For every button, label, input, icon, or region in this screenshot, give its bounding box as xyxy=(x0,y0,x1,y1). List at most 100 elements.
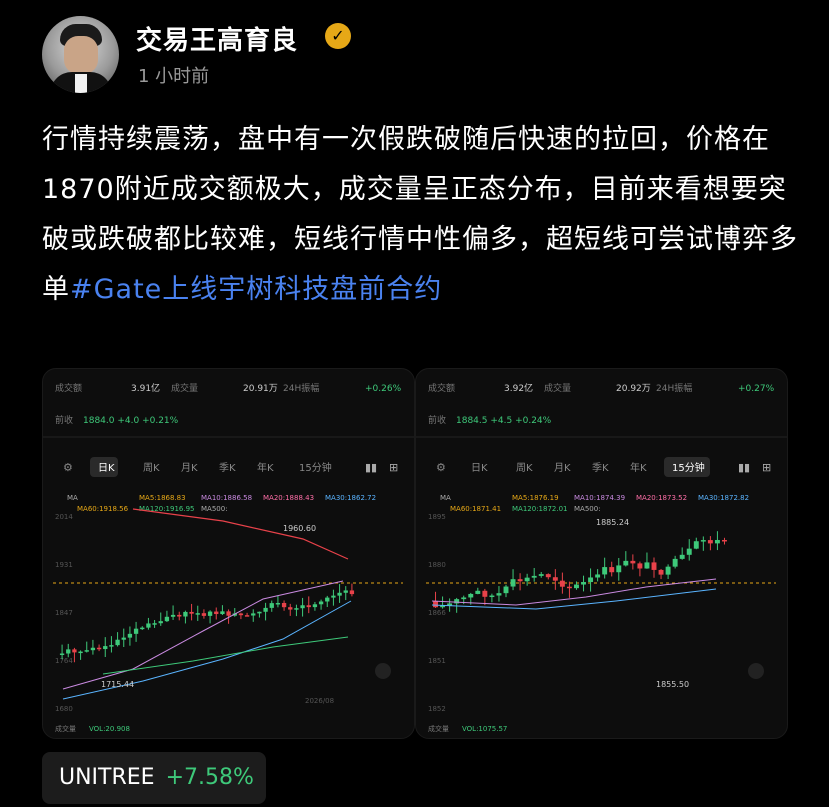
candlestick-chart-15min: 成交额 3.92亿 成交量 20.92万 24H振幅 +0.27% 前收 1884.5 +4.… xyxy=(416,382,787,733)
price-tick-label: 1895 xyxy=(428,513,446,521)
timeframe-tab: 周K xyxy=(516,462,533,474)
ma-legend-item: MA120:1916.95 xyxy=(139,505,195,513)
price-tick-label: 1866 xyxy=(428,609,446,617)
candle-body xyxy=(658,569,664,575)
price-tick-label: 1880 xyxy=(428,561,446,569)
candle-body xyxy=(693,541,699,549)
volume-label: 成交量 xyxy=(55,724,76,733)
price-tick-label: 1680 xyxy=(55,705,73,713)
stat-volume-label: 成交量 xyxy=(544,382,571,394)
price-tick-label: 1852 xyxy=(428,705,446,713)
candle-body xyxy=(482,590,488,597)
ma-line xyxy=(102,636,349,675)
chart-screenshot-15min[interactable]: 成交额 3.92亿 成交量 20.92万 24H振幅 +0.27% 前收 1884.5 +4.… xyxy=(415,368,788,739)
candle-body xyxy=(84,650,89,652)
high-price-label: 1885.24 xyxy=(596,518,629,527)
price-tick-label: 1931 xyxy=(55,561,73,569)
candle-body xyxy=(238,613,244,616)
candle-body xyxy=(288,607,293,610)
candle-body xyxy=(121,637,126,640)
grid-icon: ⊞ xyxy=(762,461,771,474)
candle-body xyxy=(220,611,225,615)
ma-legend-item: MA500: xyxy=(574,505,601,513)
stat-volume-label: 成交量 xyxy=(171,382,198,394)
candle-body xyxy=(158,621,163,624)
ticker-chip[interactable]: UNITREE +7.58% xyxy=(42,752,266,804)
date-label: 2026/08 xyxy=(305,697,334,705)
indicator-icon: ▮▮ xyxy=(365,461,377,474)
volume-value: VOL:20.908 xyxy=(89,725,130,733)
chart-screenshot-daily[interactable]: 成交额 3.91亿 成交量 20.91万 24H振幅 +0.26% 前收 1884.0 +4.… xyxy=(42,368,415,739)
candle-body xyxy=(325,597,330,602)
timeframe-tab: 日K xyxy=(98,463,115,474)
ref-price: 1884.0 +4.0 +0.21% xyxy=(83,416,179,426)
author-name[interactable]: 交易王高育良 xyxy=(136,20,298,57)
author-avatar[interactable] xyxy=(42,16,119,93)
candle-body xyxy=(588,577,594,583)
candle-body xyxy=(306,605,311,608)
candle-body xyxy=(714,539,720,544)
ma-legend-item: MA60:1918.56 xyxy=(77,505,129,513)
reset-zoom-icon xyxy=(375,663,391,679)
candle-body xyxy=(679,554,685,559)
candle-body xyxy=(475,590,481,594)
price-tick-label: 2014 xyxy=(55,513,73,521)
candle-body xyxy=(72,649,77,653)
price-tick-label: 1851 xyxy=(428,657,446,665)
candlestick-chart-daily: 成交额 3.91亿 成交量 20.91万 24H振幅 +0.26% 前收 1884.0 +4.… xyxy=(43,382,414,733)
candle-body xyxy=(170,614,176,617)
candle-body xyxy=(164,616,170,622)
candle-body xyxy=(616,565,622,573)
candle-body xyxy=(454,599,460,604)
post-body: 行情持续震荡，盘中有一次假跌破随后快速的拉回，价格在1870附近成交额极大，成交… xyxy=(42,115,802,315)
stat-turnover-label: 成交额 xyxy=(55,382,82,394)
verified-badge-icon: ✓ xyxy=(325,23,351,49)
ma-line-long xyxy=(132,508,349,560)
price-tick-label: 1847 xyxy=(55,609,73,617)
candle-body xyxy=(90,647,96,651)
low-price-label: 1855.50 xyxy=(656,680,689,689)
candle-body xyxy=(517,579,523,582)
candle-body xyxy=(700,540,706,542)
candle-body xyxy=(623,560,629,566)
candle-body xyxy=(146,623,151,628)
timeframe-tab: 15分钟 xyxy=(299,461,332,474)
ma-line xyxy=(62,580,344,690)
high-price-label: 1960.60 xyxy=(283,524,316,533)
ma-legend-item: MA5:1876.19 xyxy=(512,494,559,502)
candle-body xyxy=(312,604,318,608)
candle-body xyxy=(545,574,551,578)
candle-body xyxy=(343,590,348,593)
candle-body xyxy=(183,611,188,617)
ma-legend-item: MA120:1872.01 xyxy=(512,505,568,513)
timeframe-tab: 季K xyxy=(219,462,236,474)
candle-body xyxy=(496,593,502,596)
candle-body xyxy=(140,627,145,630)
candle-body xyxy=(538,574,544,576)
candle-body xyxy=(349,590,355,595)
ma-legend-item: MA5:1868.83 xyxy=(139,494,186,502)
candle-body xyxy=(78,651,83,654)
candle-body xyxy=(651,562,657,570)
ma-legend-item: MA30:1872.82 xyxy=(698,494,749,502)
volume-label: 成交量 xyxy=(428,724,449,733)
candle-body xyxy=(489,595,495,598)
candle-body xyxy=(177,614,182,617)
timeframe-tab: 年K xyxy=(630,461,647,474)
hashtag-link[interactable]: #Gate上线宇树科技盘前合约 xyxy=(70,274,442,305)
candle-body xyxy=(433,601,438,608)
stat-turnover: 3.91亿 xyxy=(131,382,160,394)
ref-label: 前收 xyxy=(428,414,446,426)
candle-body xyxy=(574,584,579,589)
ma-legend-item: MA xyxy=(67,494,78,502)
ma-legend-item: MA20:1873.52 xyxy=(636,494,687,502)
candle-body xyxy=(461,597,467,600)
stat-turnover: 3.92亿 xyxy=(504,382,533,394)
timeframe-tab: 周K xyxy=(143,462,160,474)
candle-body xyxy=(531,575,537,578)
ma-legend-item: MA30:1862.72 xyxy=(325,494,376,502)
grid-icon: ⊞ xyxy=(389,461,398,474)
candle-body xyxy=(566,586,572,589)
ticker-symbol: UNITREE xyxy=(59,765,155,790)
candle-body xyxy=(96,647,102,650)
